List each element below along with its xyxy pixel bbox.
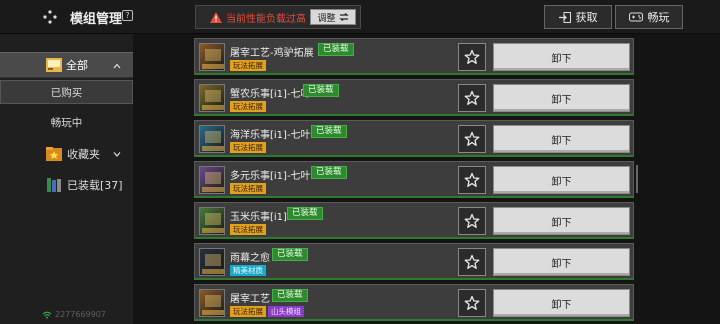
mod-list[interactable]: 屠宰工艺-鸡驴拓展 已装载 玩法拓展 卸下 蟹农乐事[i1]-七叶 已装载 玩法拓展 卸下 海洋… (194, 34, 634, 324)
all-mods-icon (46, 58, 62, 72)
installed-badge: 已装载 (318, 43, 354, 56)
favorite-button[interactable] (458, 289, 486, 317)
category-tag: 玩法拓展 (230, 224, 266, 235)
sidebar-all-label: 全部 (66, 59, 88, 72)
category-tag: 玩法拓展 (230, 183, 266, 194)
warning-text: 当前性能负载过高 (226, 13, 306, 25)
mod-row[interactable]: 雨幕之愈 已装载 精美材质 卸下 (194, 243, 634, 280)
mod-thumbnail (199, 125, 225, 153)
mod-thumbnail (199, 43, 225, 71)
user-id-text: 2277669907 (55, 310, 106, 319)
mod-row[interactable]: 多元乐事[i1]-七叶 已装载玩法拓展 卸下 (194, 161, 634, 198)
adjust-button[interactable]: 调整 (310, 9, 356, 25)
favorite-button[interactable] (458, 166, 486, 194)
sidebar-installed-label: 已装载[37] (67, 179, 123, 192)
star-icon (464, 213, 480, 228)
mod-thumbnail (199, 248, 225, 276)
category-tag: 玩法拓展 (230, 60, 266, 71)
mod-thumbnail (199, 84, 225, 112)
performance-warning: 当前性能负载过高 调整 (195, 5, 361, 29)
category-tag: 山头模组 (268, 306, 304, 317)
unload-button[interactable]: 卸下 (493, 125, 630, 153)
adjust-label: 调整 (317, 13, 336, 24)
chevron-down-icon (113, 152, 121, 157)
warning-icon (210, 11, 222, 23)
favorite-button[interactable] (458, 125, 486, 153)
sidebar-item-all[interactable]: 全部 (0, 52, 133, 78)
sidebar-item-playing[interactable]: 畅玩中 (0, 110, 133, 134)
play-button[interactable]: 畅玩 (615, 5, 683, 29)
favorite-button[interactable] (458, 84, 486, 112)
mod-name: 屠宰工艺-鸡驴拓展 (230, 48, 314, 59)
category-tag: 玩法拓展 (230, 142, 266, 153)
category-tag: 玩法拓展 (230, 306, 266, 317)
favorite-button[interactable] (458, 207, 486, 235)
sidebar-item-installed[interactable]: 已装载[37] (0, 173, 133, 197)
star-icon (464, 295, 480, 310)
installed-badge: 已装载 (272, 248, 308, 261)
category-tag: 精美材质 (230, 265, 266, 276)
obtain-label: 获取 (575, 11, 598, 24)
obtain-button[interactable]: 获取 (544, 5, 612, 29)
wifi-icon (42, 311, 52, 319)
mod-thumbnail (199, 166, 225, 194)
mod-thumbnail (199, 289, 225, 317)
star-icon (464, 254, 480, 269)
mod-thumbnail (199, 207, 225, 235)
mod-name: 多元乐事[i1]-七叶 (230, 171, 311, 182)
star-icon (464, 49, 480, 64)
favorite-button[interactable] (458, 43, 486, 71)
unload-button[interactable]: 卸下 (493, 166, 630, 194)
installed-badge: 已装载 (311, 166, 347, 179)
favorite-button[interactable] (458, 248, 486, 276)
mod-row[interactable]: 玉米乐事[i1] 已装载玩法拓展 卸下 (194, 202, 634, 239)
sidebar-item-bought[interactable]: 已购买 (0, 80, 133, 104)
unload-button[interactable]: 卸下 (493, 84, 630, 112)
mod-row[interactable]: 蟹农乐事[i1]-七叶 已装载玩法拓展 卸下 (194, 79, 634, 116)
installed-badge: 已装载 (287, 207, 323, 220)
installed-badge: 已装载 (311, 125, 347, 138)
installed-badge: 已装载 (303, 84, 339, 97)
sidebar-item-favorites[interactable]: 收藏夹 (0, 142, 133, 166)
play-label: 畅玩 (647, 11, 670, 24)
star-icon (464, 90, 480, 105)
installed-badge: 已装载 (272, 289, 308, 302)
mod-name: 玉米乐事[i1] (230, 212, 287, 223)
bookshelf-icon (47, 178, 61, 192)
unload-button[interactable]: 卸下 (493, 248, 630, 276)
chevron-up-icon (113, 63, 121, 69)
category-tag: 玩法拓展 (230, 101, 266, 112)
top-bar: 模组管理 ? 当前性能负载过高 调整 获取 畅玩 (0, 0, 720, 34)
gamepad-back-icon[interactable] (42, 9, 58, 25)
star-icon (464, 131, 480, 146)
user-id: 2277669907 (42, 310, 106, 319)
sidebar-favorites-label: 收藏夹 (67, 148, 100, 161)
unload-button[interactable]: 卸下 (493, 207, 630, 235)
page-title: 模组管理 (70, 12, 123, 27)
sidebar: 全部 已购买 畅玩中 收藏夹 已装载[37] 2277669907 (0, 34, 133, 324)
scrollbar[interactable] (636, 165, 638, 193)
favorites-folder-icon (46, 147, 62, 161)
mod-name: 海洋乐事[i1]-七叶 (230, 130, 311, 141)
mod-name: 雨幕之愈 (230, 253, 270, 264)
import-icon (558, 11, 571, 23)
unload-button[interactable]: 卸下 (493, 43, 630, 71)
mod-row[interactable]: 屠宰工艺 已装载 玩法拓展 山头模组 卸下 (194, 284, 634, 321)
gamepad-icon (628, 12, 643, 22)
question-icon[interactable]: ? (122, 10, 133, 21)
star-icon (464, 172, 480, 187)
mod-row[interactable]: 海洋乐事[i1]-七叶 已装载玩法拓展 卸下 (194, 120, 634, 157)
unload-button[interactable]: 卸下 (493, 289, 630, 317)
mod-name: 蟹农乐事[i1]-七叶 (230, 89, 311, 100)
mod-name: 屠宰工艺 (230, 294, 270, 305)
swap-icon (338, 13, 349, 21)
mod-row[interactable]: 屠宰工艺-鸡驴拓展 已装载玩法拓展 卸下 (194, 38, 634, 75)
